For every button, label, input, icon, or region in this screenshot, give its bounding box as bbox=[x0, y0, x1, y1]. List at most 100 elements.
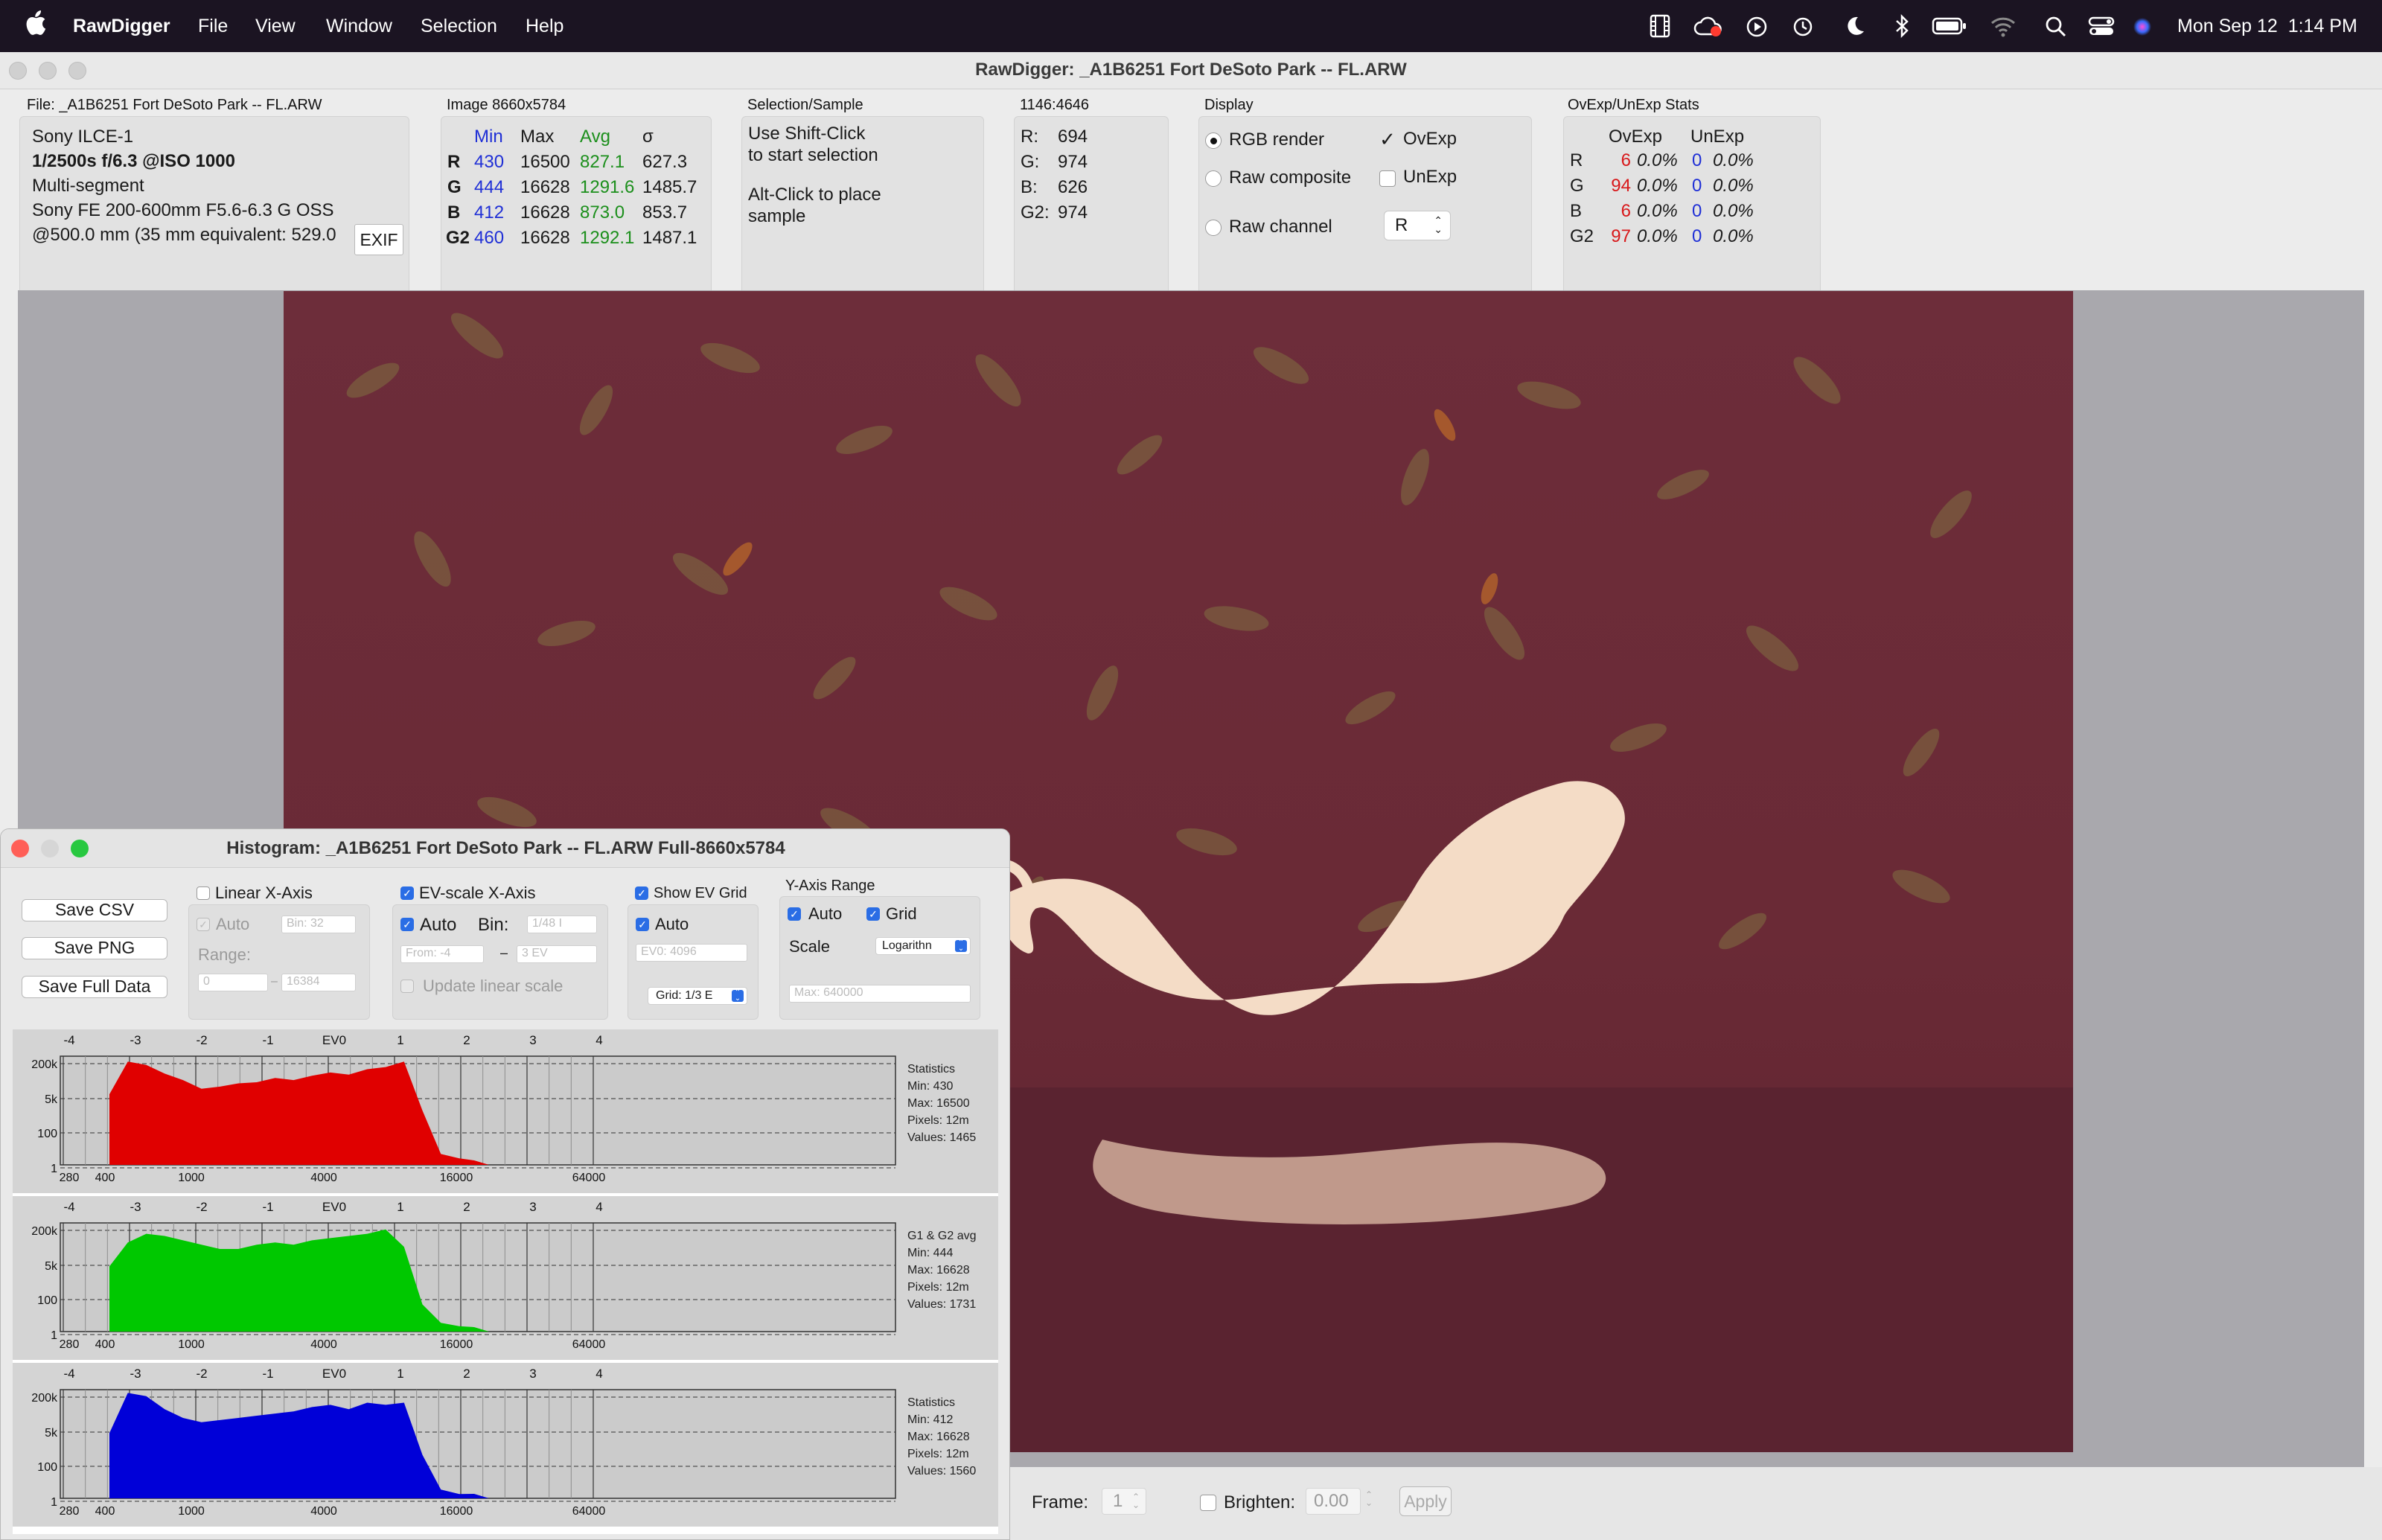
ev-scale-checkbox[interactable]: ✓ bbox=[400, 886, 414, 900]
ev-scale-label[interactable]: EV-scale X-Axis bbox=[419, 882, 536, 904]
yaxis-group: ✓ Auto ✓ Grid Scale Logarithn ⌃ ⌄ Max: 64… bbox=[779, 896, 980, 1020]
unexp-header: UnExp bbox=[1690, 127, 1745, 147]
update-linear-label[interactable]: Update linear scale bbox=[423, 975, 563, 997]
film-icon[interactable] bbox=[1649, 14, 1671, 38]
ev-from-field[interactable]: From: -4 bbox=[400, 945, 484, 963]
ev-bin-label: Bin: bbox=[478, 915, 509, 935]
menu-view[interactable]: View bbox=[255, 16, 296, 36]
grid-select-value: Grid: 1/3 E bbox=[656, 989, 713, 1002]
exif-button[interactable]: EXIF bbox=[354, 224, 403, 255]
stats-ch-g: G bbox=[447, 177, 462, 197]
play-circle-icon[interactable] bbox=[1746, 16, 1768, 38]
menu-selection[interactable]: Selection bbox=[421, 16, 497, 36]
rgb-render-radio[interactable] bbox=[1205, 132, 1222, 149]
menu-help[interactable]: Help bbox=[526, 16, 563, 36]
save-full-data-button[interactable]: Save Full Data bbox=[22, 976, 167, 998]
linear-auto-checkbox[interactable]: ✓ bbox=[197, 918, 210, 931]
frame-stepper[interactable]: 1 ⌃ ⌄ bbox=[1102, 1488, 1146, 1515]
unexp-label[interactable]: UnExp bbox=[1403, 166, 1457, 188]
bluetooth-icon[interactable] bbox=[1894, 13, 1909, 39]
coord-g-key: G: bbox=[1021, 152, 1040, 172]
histogram-chart-svg[interactable]: -4 -3 -2 -1 EV0 1 2 3 4200k5k1001280 400 1000 4000 1… bbox=[13, 1029, 998, 1534]
coord-r-key: R: bbox=[1021, 127, 1038, 147]
ovexp-checkbox[interactable]: ✓ bbox=[1379, 130, 1396, 149]
time-machine-icon[interactable] bbox=[1792, 16, 1814, 38]
stats-max-b: 16628 bbox=[520, 202, 570, 223]
yaxis-auto-checkbox[interactable]: ✓ bbox=[788, 907, 801, 921]
exposure-info: 1/2500s f/6.3 @ISO 1000 bbox=[32, 151, 235, 171]
cloud-sync-icon[interactable] bbox=[1693, 15, 1723, 37]
ev-bin-select[interactable]: 1/48 I bbox=[527, 916, 597, 933]
search-icon[interactable] bbox=[2045, 16, 2067, 38]
grid-select[interactable]: Grid: 1/3 E ⌃ ⌄ bbox=[648, 987, 747, 1005]
control-center-icon[interactable] bbox=[2088, 15, 2115, 37]
max-header: Max bbox=[520, 127, 555, 147]
brighten-checkbox[interactable] bbox=[1200, 1495, 1216, 1511]
selection-panel: Use Shift-Click to start selection Alt-C… bbox=[741, 116, 984, 311]
raw-channel-radio[interactable] bbox=[1205, 220, 1222, 236]
ev0-field[interactable]: EV0: 4096 bbox=[636, 944, 747, 962]
update-linear-checkbox[interactable] bbox=[400, 980, 414, 993]
histogram-panel-red[interactable]: -4 -3 -2 -1 EV0 1 2 3 4200k5k1001280 400 1000 4000 1… bbox=[13, 1029, 998, 1196]
menu-file[interactable]: File bbox=[198, 16, 228, 36]
menubar-clock[interactable]: Mon Sep 12 1:14 PM bbox=[2177, 16, 2357, 36]
raw-composite-radio[interactable] bbox=[1205, 170, 1222, 187]
histogram-stat-line: G1 & G2 avg bbox=[907, 1230, 977, 1242]
show-ev-grid-label[interactable]: Show EV Grid bbox=[654, 882, 747, 904]
selection-label: Selection/Sample bbox=[747, 97, 863, 113]
coord-label: 1146:4646 bbox=[1020, 97, 1090, 113]
histogram-stat-line: Statistics bbox=[907, 1396, 955, 1409]
ev-tick-label: 1 bbox=[397, 1033, 403, 1047]
scale-select[interactable]: Logarithn ⌃ ⌄ bbox=[875, 937, 971, 955]
rgb-render-label[interactable]: RGB render bbox=[1229, 129, 1324, 151]
histogram-stat-line: Values: 1731 bbox=[907, 1298, 976, 1311]
stats-avg-r: 827.1 bbox=[580, 152, 625, 172]
apply-button[interactable]: Apply bbox=[1399, 1486, 1452, 1516]
show-ev-grid-checkbox[interactable]: ✓ bbox=[635, 886, 648, 900]
grid-auto-label: Auto bbox=[655, 915, 689, 933]
apple-icon[interactable] bbox=[25, 10, 46, 36]
linear-bin-field[interactable]: Bin: 32 bbox=[281, 916, 356, 933]
histogram-panel-blue[interactable]: -4 -3 -2 -1 EV0 1 2 3 4200k5k1001280 400 1000 4000 1… bbox=[13, 1363, 998, 1527]
battery-icon[interactable] bbox=[1932, 16, 1967, 36]
wifi-icon[interactable] bbox=[1990, 15, 2017, 37]
range-to-field[interactable]: 16384 bbox=[281, 974, 356, 991]
y-tick-label: 1 bbox=[51, 1496, 57, 1509]
siri-icon[interactable] bbox=[2131, 16, 2153, 38]
linear-x-checkbox[interactable] bbox=[197, 886, 210, 900]
menu-window[interactable]: Window bbox=[326, 16, 392, 36]
linear-x-label[interactable]: Linear X-Axis bbox=[215, 882, 313, 904]
selection-hint-4: sample bbox=[748, 206, 806, 226]
ev-tick-label: -1 bbox=[262, 1033, 273, 1047]
y-tick-label: 100 bbox=[37, 1461, 57, 1474]
ev-auto-checkbox[interactable]: ✓ bbox=[400, 918, 414, 931]
channel-select[interactable]: R ⌃ ⌄ bbox=[1384, 211, 1451, 240]
moon-icon[interactable] bbox=[1845, 15, 1865, 37]
brighten-field[interactable]: 0.00 bbox=[1306, 1488, 1361, 1515]
unexp-checkbox[interactable] bbox=[1379, 170, 1396, 187]
stats-ch-b: B bbox=[447, 202, 461, 223]
ev-tick-label: 2 bbox=[463, 1033, 470, 1047]
raw-channel-label[interactable]: Raw channel bbox=[1229, 216, 1332, 238]
image-stats-panel: Min Max Avg σ R 430 16500 827.1 627.3 G … bbox=[441, 116, 712, 311]
stats-max-g: 16628 bbox=[520, 177, 570, 197]
ovexp-header: OvExp bbox=[1609, 127, 1663, 147]
menu-app-name[interactable]: RawDigger bbox=[73, 16, 170, 36]
brighten-stepper-icon[interactable]: ⌃ ⌄ bbox=[1365, 1490, 1373, 1507]
yaxis-grid-checkbox[interactable]: ✓ bbox=[866, 907, 880, 921]
ovexp-label[interactable]: OvExp bbox=[1403, 128, 1457, 150]
coord-r-val: 694 bbox=[1058, 127, 1088, 147]
ev-to-field[interactable]: 3 EV bbox=[517, 945, 597, 963]
stats-avg-g: 1291.6 bbox=[580, 177, 635, 197]
raw-composite-label[interactable]: Raw composite bbox=[1229, 167, 1351, 189]
stats-min-r: 430 bbox=[474, 152, 505, 172]
save-csv-button[interactable]: Save CSV bbox=[22, 899, 167, 921]
x-tick-label: 280 bbox=[60, 1172, 80, 1184]
save-png-button[interactable]: Save PNG bbox=[22, 937, 167, 959]
histogram-panel-green[interactable]: -4 -3 -2 -1 EV0 1 2 3 4200k5k1001280 400 1000 4000 1… bbox=[13, 1196, 998, 1363]
range-from-field[interactable]: 0 bbox=[198, 974, 268, 991]
grid-auto-checkbox[interactable]: ✓ bbox=[636, 918, 649, 931]
un-count-g: 0 bbox=[1692, 176, 1702, 196]
yaxis-max-field[interactable]: Max: 640000 bbox=[789, 985, 971, 1003]
ev-tick-label: 4 bbox=[596, 1200, 602, 1214]
